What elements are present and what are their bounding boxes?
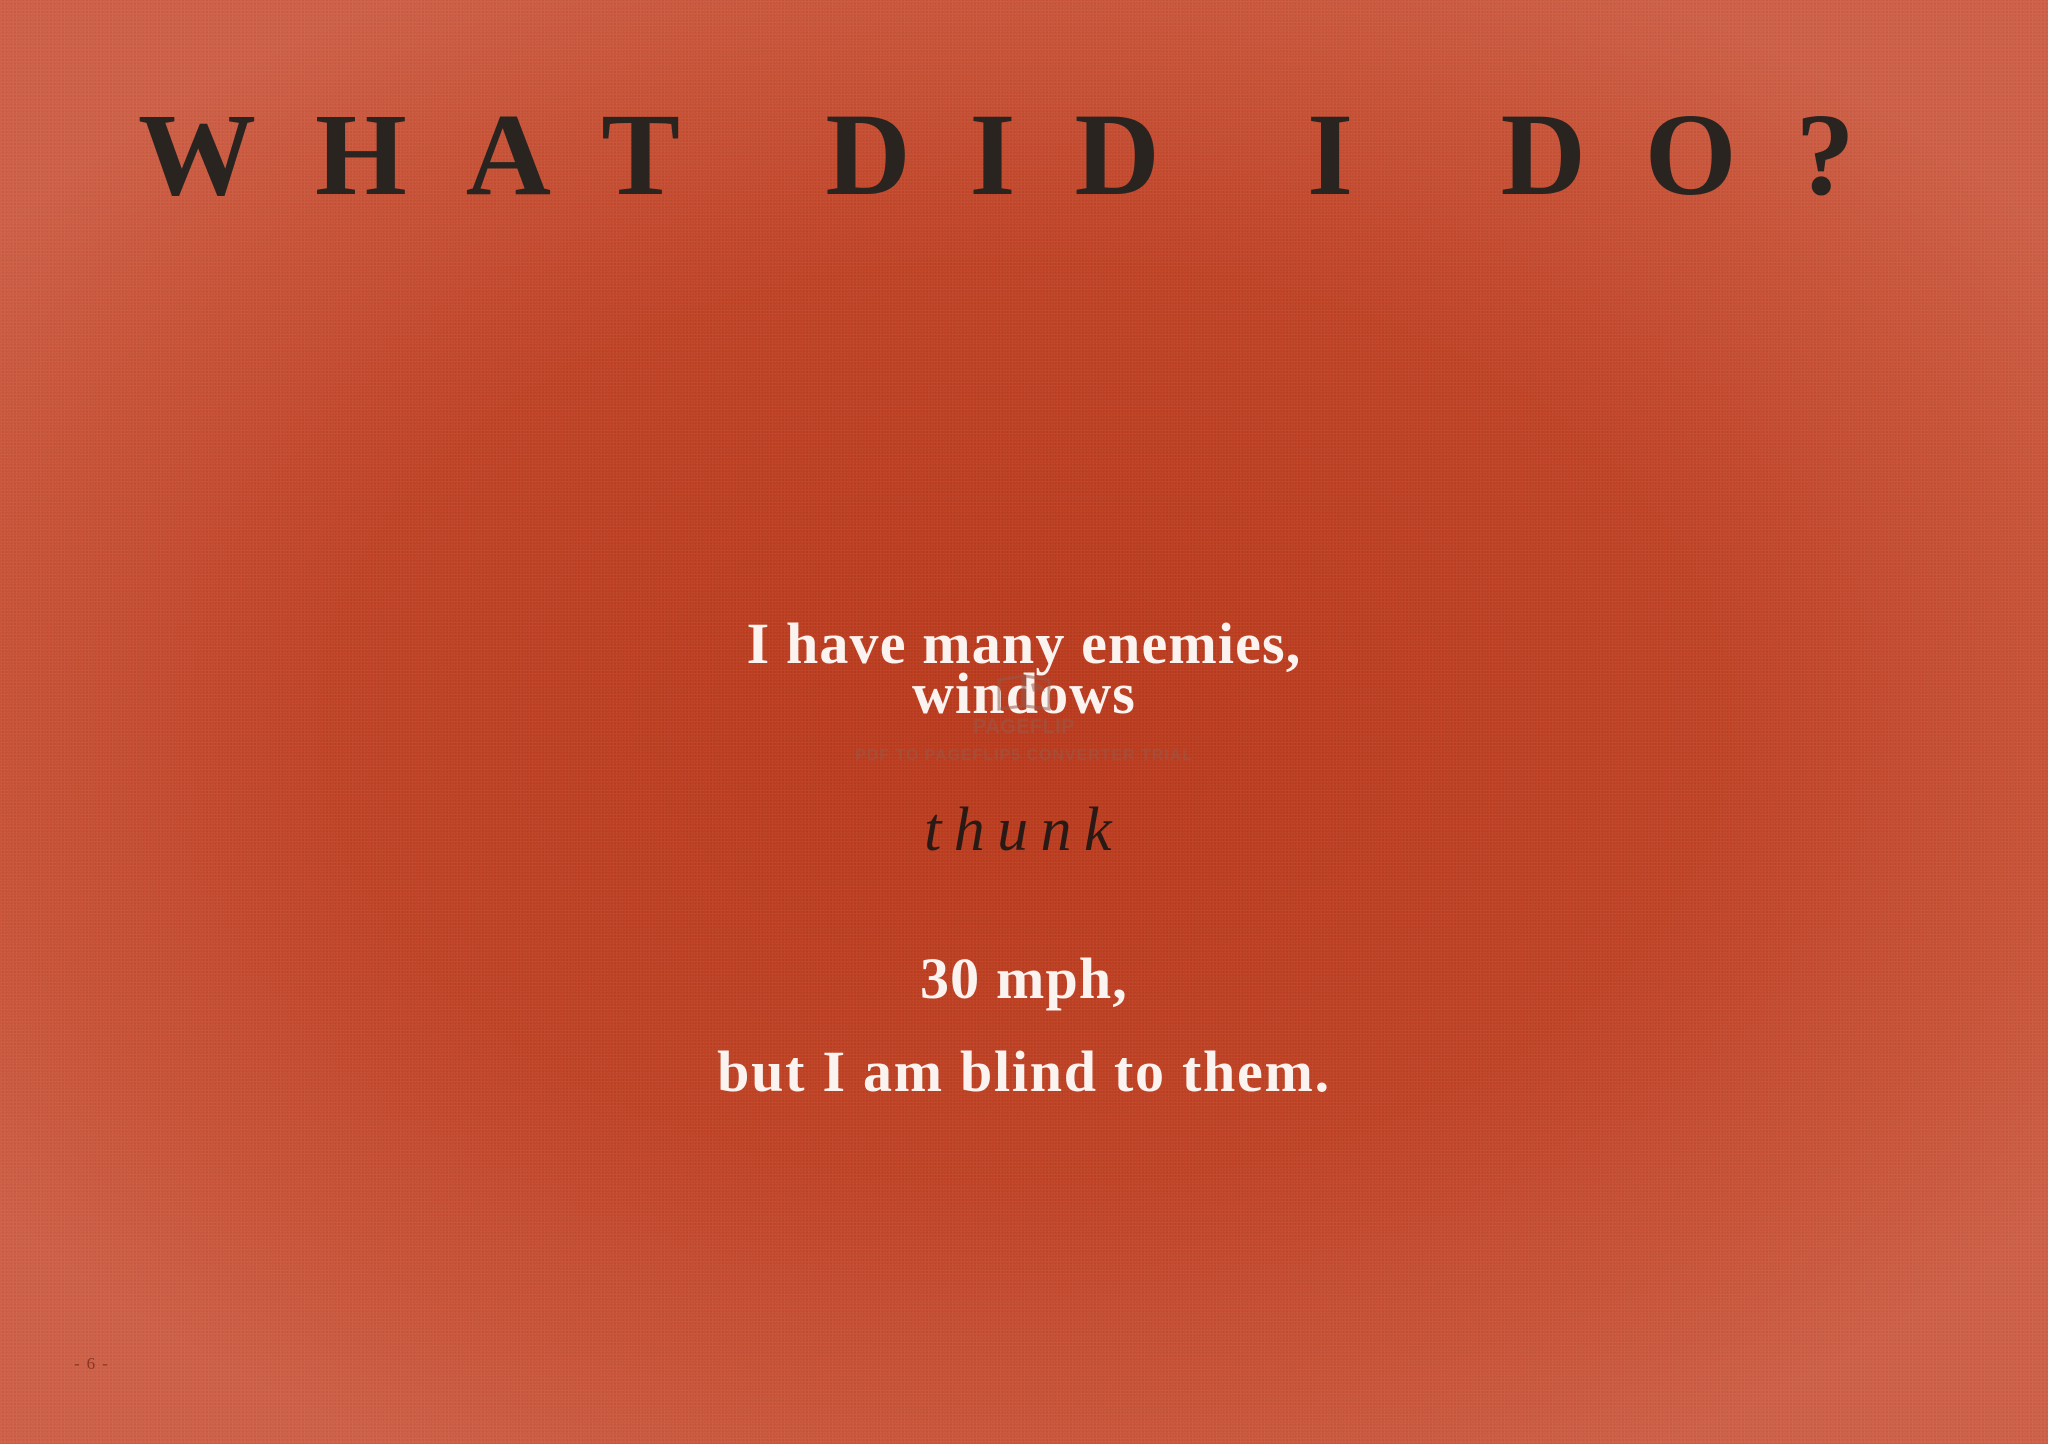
poem-line-4: 30 mph, bbox=[920, 946, 1128, 1011]
page-number: - 6 - bbox=[74, 1354, 110, 1373]
poem-line-5: but I am blind to them. bbox=[717, 1039, 1331, 1104]
page-heading: WHAT DID I DO? bbox=[138, 89, 1914, 220]
book-icon bbox=[995, 672, 1053, 712]
poem-line-3: thunk bbox=[924, 796, 1124, 864]
document-page: WHAT DID I DO? I have many enemies, wind… bbox=[0, 0, 2048, 1444]
pageflip-watermark: PAGEFLIP PDF TO PAGEFLIP5 CONVERTER TRIA… bbox=[844, 672, 1204, 765]
watermark-brand: PAGEFLIP bbox=[973, 716, 1075, 738]
watermark-caption: PDF TO PAGEFLIP5 CONVERTER TRIAL bbox=[855, 747, 1193, 764]
